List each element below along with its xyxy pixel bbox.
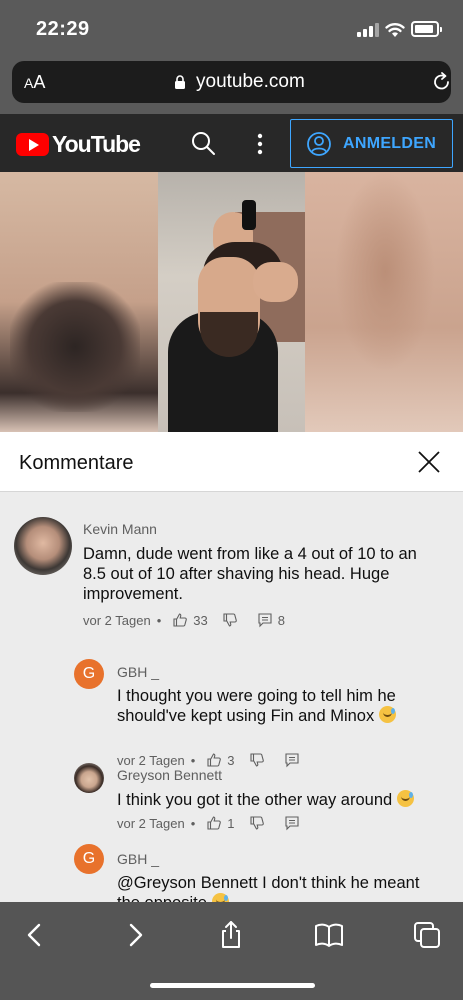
close-icon[interactable] bbox=[418, 451, 440, 473]
reload-icon[interactable] bbox=[431, 71, 453, 93]
thumbs-down-icon[interactable] bbox=[249, 815, 265, 831]
comment-item: Kevin Mann Damn, dude went from like a 4… bbox=[0, 514, 463, 634]
comments-panel: Kommentare Kevin Mann Damn, dude went fr… bbox=[0, 432, 463, 902]
thumbs-up-icon[interactable] bbox=[206, 815, 222, 831]
forward-icon[interactable] bbox=[120, 920, 150, 950]
wifi-icon bbox=[385, 23, 405, 37]
comments-header: Kommentare bbox=[0, 432, 463, 492]
bookmarks-icon[interactable] bbox=[314, 920, 344, 950]
comments-title: Kommentare bbox=[19, 452, 134, 474]
video-blur-left bbox=[0, 172, 158, 432]
comment-text: Damn, dude went from like a 4 out of 10 … bbox=[83, 545, 417, 603]
reply-icon[interactable] bbox=[257, 612, 273, 628]
youtube-logo[interactable]: YouTube bbox=[16, 131, 141, 158]
reply-icon[interactable] bbox=[284, 815, 300, 831]
comment-author[interactable]: Kevin Mann bbox=[83, 521, 157, 537]
search-icon[interactable] bbox=[190, 130, 216, 156]
account-icon bbox=[307, 132, 331, 156]
browser-address-area: AA youtube.com bbox=[0, 56, 463, 114]
battery-icon bbox=[411, 21, 442, 37]
comment-meta: vor 2 Tagen • 1 bbox=[117, 815, 305, 831]
video-player[interactable] bbox=[0, 172, 463, 432]
grinning-sweat-emoji bbox=[211, 893, 229, 902]
reply-count: 8 bbox=[277, 612, 285, 628]
grinning-sweat-emoji bbox=[378, 706, 396, 723]
reply-item: Greyson Bennett I think you got it the o… bbox=[0, 759, 463, 839]
grinning-sweat-emoji bbox=[396, 790, 414, 807]
status-bar: 22:29 bbox=[0, 0, 463, 56]
cellular-signal-icon bbox=[357, 23, 379, 37]
comment-author[interactable]: Greyson Bennett bbox=[117, 767, 222, 783]
more-options-icon[interactable] bbox=[250, 132, 270, 156]
signin-label: ANMELDEN bbox=[343, 135, 437, 152]
home-indicator[interactable] bbox=[150, 983, 315, 988]
status-time: 22:29 bbox=[36, 18, 90, 40]
url-text[interactable]: youtube.com bbox=[196, 71, 305, 93]
like-count: 33 bbox=[193, 612, 208, 628]
comment-text: I thought you were going to tell him he … bbox=[117, 687, 396, 725]
comment-time: vor 2 Tagen bbox=[117, 815, 185, 831]
youtube-logo-text: YouTube bbox=[52, 131, 141, 157]
comment-text: I think you got it the other way around bbox=[117, 790, 447, 810]
video-blur-right bbox=[305, 172, 463, 432]
youtube-play-icon bbox=[16, 133, 49, 156]
text-size-button[interactable]: AA bbox=[24, 72, 45, 93]
avatar[interactable]: G bbox=[74, 844, 104, 874]
lock-icon bbox=[175, 75, 185, 89]
signin-button[interactable]: ANMELDEN bbox=[290, 119, 453, 168]
avatar[interactable] bbox=[14, 517, 72, 575]
comment-author[interactable]: GBH _ bbox=[117, 851, 159, 867]
address-bar[interactable]: AA youtube.com bbox=[12, 61, 451, 103]
thumbs-up-icon[interactable] bbox=[172, 612, 188, 628]
reply-item: G GBH _ I thought you were going to tell… bbox=[0, 654, 463, 768]
back-icon[interactable] bbox=[20, 920, 50, 950]
comment-text: @Greyson Bennett I don't think he meant … bbox=[117, 873, 437, 902]
like-count: 1 bbox=[227, 815, 235, 831]
reply-item: G GBH _ @Greyson Bennett I don't think h… bbox=[0, 844, 463, 902]
youtube-header: YouTube ANMELDEN bbox=[0, 114, 463, 172]
share-icon[interactable] bbox=[216, 920, 246, 950]
comment-time: vor 2 Tagen bbox=[83, 612, 151, 628]
comment-author[interactable]: GBH _ bbox=[117, 664, 159, 680]
tabs-icon[interactable] bbox=[412, 920, 442, 950]
comment-meta: vor 2 Tagen • 33 8 bbox=[83, 612, 285, 628]
thumbs-down-icon[interactable] bbox=[222, 612, 238, 628]
avatar[interactable] bbox=[74, 763, 104, 793]
avatar[interactable]: G bbox=[74, 659, 104, 689]
video-frame bbox=[158, 172, 305, 432]
